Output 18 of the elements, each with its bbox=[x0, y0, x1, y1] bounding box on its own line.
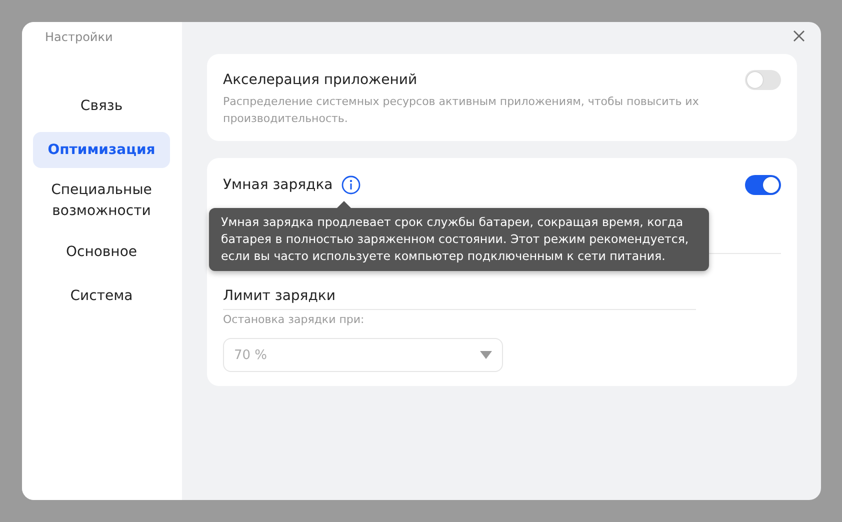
section-title: Лимит зарядки bbox=[223, 288, 336, 304]
close-icon bbox=[793, 30, 805, 42]
sidebar-item[interactable]: Специальные возможности bbox=[33, 176, 170, 226]
close-button[interactable] bbox=[791, 28, 807, 44]
window-title: Настройки bbox=[45, 30, 114, 44]
setting-description: Распределение системных ресурсов активным приложениям, чтобы повысить их производительность. bbox=[223, 94, 700, 127]
tooltip-text: Умная зарядка продлевает срок службы батареи, сокращая время, когда батарея в полностью заряженном состоянии. Этот режим рекомендуется, если вы часто используете компьютер подключенным к сети питания. bbox=[221, 215, 689, 263]
setting-title: Умная зарядка bbox=[223, 177, 333, 193]
field-label: Остановка зарядки при: bbox=[223, 312, 366, 328]
info-icon[interactable] bbox=[340, 175, 361, 195]
sidebar-item[interactable]: Система bbox=[33, 278, 170, 314]
sidebar-item[interactable]: Связь bbox=[33, 88, 170, 124]
caret-icon bbox=[480, 351, 492, 359]
setting-title: Акселерация приложений bbox=[223, 72, 418, 88]
sidebar-item[interactable]: Основное bbox=[33, 234, 170, 270]
sidebar-item[interactable]: Оптимизация bbox=[33, 132, 170, 168]
toggle-switch[interactable] bbox=[745, 175, 781, 195]
toggle-switch[interactable] bbox=[745, 70, 781, 90]
